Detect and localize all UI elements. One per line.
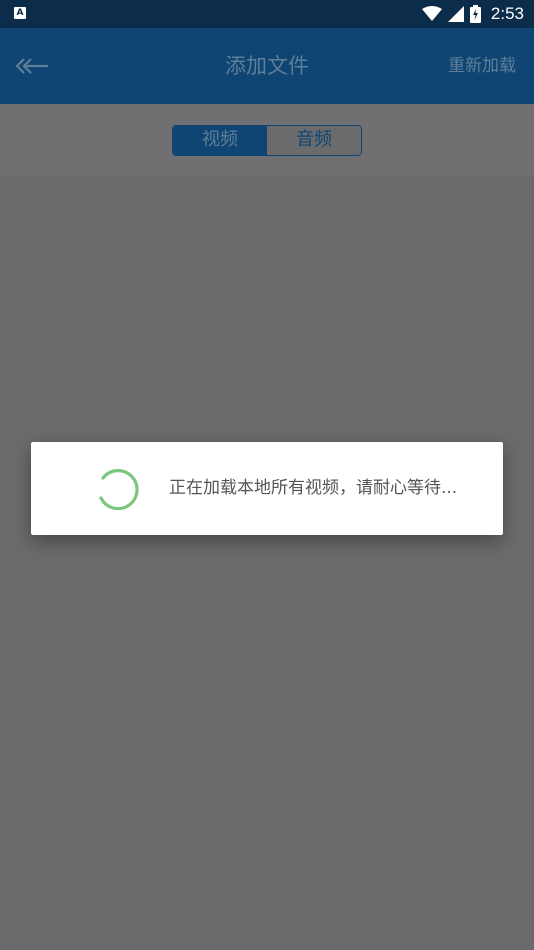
loading-dialog: 正在加载本地所有视频，请耐心等待... — [31, 442, 503, 535]
battery-charging-icon — [469, 5, 481, 23]
segment-bar: 视频 音频 — [0, 104, 534, 176]
status-bar: A 2:53 — [0, 0, 534, 28]
tab-video[interactable]: 视频 — [173, 126, 267, 155]
status-time: 2:53 — [490, 4, 524, 23]
notification-icon: A — [14, 7, 26, 19]
wifi-icon — [421, 6, 442, 21]
status-icons: 2:53 — [421, 0, 524, 28]
loading-spinner-icon — [99, 469, 139, 510]
app-bar: 添加文件 重新加载 — [0, 28, 534, 104]
file-list-area — [0, 176, 534, 950]
back-button[interactable] — [12, 48, 52, 84]
signal-icon — [447, 6, 464, 22]
media-type-segmented-control: 视频 音频 — [172, 125, 362, 156]
back-arrow-icon — [15, 58, 48, 74]
reload-button[interactable]: 重新加载 — [448, 28, 516, 104]
tab-audio[interactable]: 音频 — [267, 126, 361, 155]
loading-message: 正在加载本地所有视频，请耐心等待... — [169, 478, 458, 498]
